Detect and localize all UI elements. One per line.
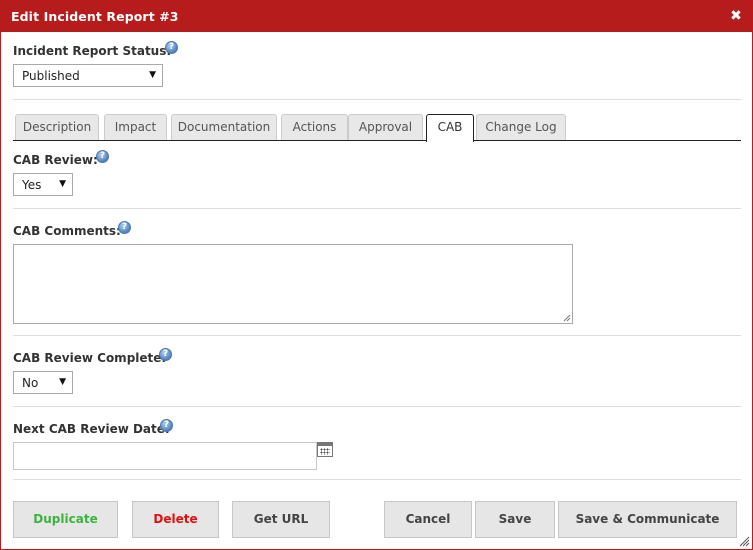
calendar-icon-grid: [320, 448, 330, 455]
calendar-icon-header: [318, 443, 332, 446]
cab-review-complete-label: CAB Review Complete:: [13, 351, 167, 365]
cab-review-label: CAB Review:: [13, 153, 98, 167]
divider: [13, 479, 741, 480]
next-review-date-label: Next CAB Review Date:: [13, 422, 170, 436]
tab-bar: Description Impact Documentation Actions…: [13, 114, 741, 142]
divider: [13, 335, 741, 336]
cab-review-complete-select[interactable]: No ▼: [13, 371, 73, 394]
cab-comments-textarea[interactable]: [13, 244, 573, 324]
textarea-resize-icon[interactable]: [563, 314, 571, 322]
save-button[interactable]: Save: [475, 501, 555, 538]
divider: [13, 99, 741, 100]
cab-review-help-icon[interactable]: ?: [96, 150, 109, 163]
close-icon[interactable]: ✖: [730, 9, 742, 23]
tab-change-log[interactable]: Change Log: [476, 114, 566, 140]
divider: [13, 208, 741, 209]
cab-review-select[interactable]: Yes ▼: [13, 173, 73, 196]
status-select-value: Published: [22, 69, 80, 83]
cancel-button[interactable]: Cancel: [384, 501, 472, 538]
status-help-icon[interactable]: ?: [165, 41, 178, 54]
save-and-communicate-button[interactable]: Save & Communicate: [558, 501, 737, 538]
tab-actions[interactable]: Actions: [281, 114, 348, 140]
cab-review-complete-help-icon[interactable]: ?: [159, 348, 172, 361]
duplicate-button[interactable]: Duplicate: [13, 501, 118, 538]
cab-comments-label: CAB Comments:: [13, 224, 121, 238]
edit-incident-dialog: Edit Incident Report #3 ✖ Incident Repor…: [0, 0, 753, 550]
tab-documentation[interactable]: Documentation: [171, 114, 277, 140]
dialog-title: Edit Incident Report #3: [11, 9, 179, 24]
get-url-button[interactable]: Get URL: [232, 501, 330, 538]
cab-review-select-value: Yes: [22, 178, 42, 192]
chevron-down-icon: ▼: [59, 179, 66, 189]
status-label: Incident Report Status:: [13, 44, 172, 58]
tab-approval[interactable]: Approval: [348, 114, 423, 140]
tab-cab[interactable]: CAB: [426, 114, 474, 142]
chevron-down-icon: ▼: [149, 70, 156, 80]
dialog-resize-icon[interactable]: [739, 536, 750, 547]
tab-description[interactable]: Description: [15, 114, 99, 140]
next-review-date-help-icon[interactable]: ?: [160, 419, 173, 432]
status-select[interactable]: Published ▼: [13, 64, 163, 87]
tab-impact[interactable]: Impact: [104, 114, 167, 140]
delete-button[interactable]: Delete: [132, 501, 219, 538]
divider: [13, 406, 741, 407]
cab-review-complete-select-value: No: [22, 376, 39, 390]
dialog-titlebar[interactable]: Edit Incident Report #3 ✖: [1, 1, 752, 32]
calendar-icon[interactable]: [317, 442, 333, 457]
next-review-date-input[interactable]: [13, 442, 317, 470]
chevron-down-icon: ▼: [59, 377, 66, 387]
cab-comments-help-icon[interactable]: ?: [118, 221, 131, 234]
